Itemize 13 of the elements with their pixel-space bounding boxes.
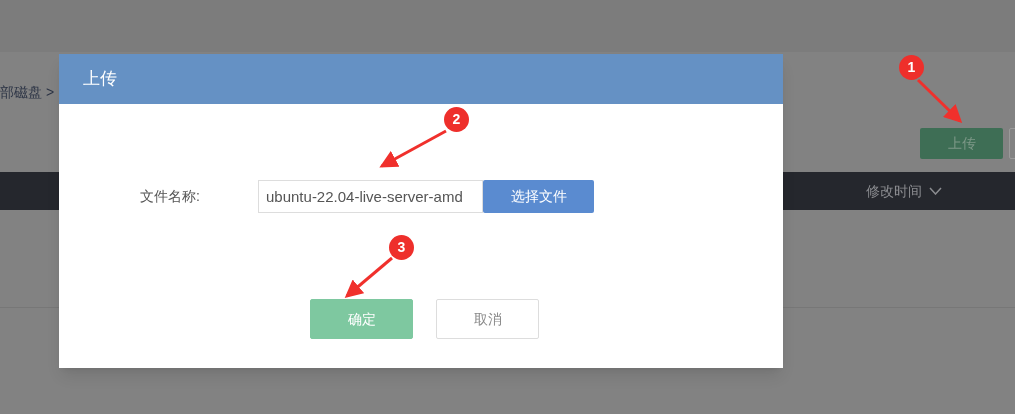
breadcrumb: 部磁盘 > [0,83,55,102]
arrow [344,256,393,298]
arrow [379,129,447,168]
field-label: 文件名称: [140,187,201,206]
step-marker: 1 [899,55,924,80]
arrow [916,78,963,124]
column-header[interactable]: 修改时间 [866,180,922,202]
chevron-down-icon[interactable] [929,187,942,195]
file-name-field[interactable]: ubuntu-22.04-live-server-amd [258,180,483,213]
cancel-button[interactable]: 取消 [436,299,539,339]
choose-file-button[interactable]: 选择文件 [483,180,594,213]
dialog-title: 上传 [83,68,117,91]
confirm-button[interactable]: 确定 [310,299,413,339]
